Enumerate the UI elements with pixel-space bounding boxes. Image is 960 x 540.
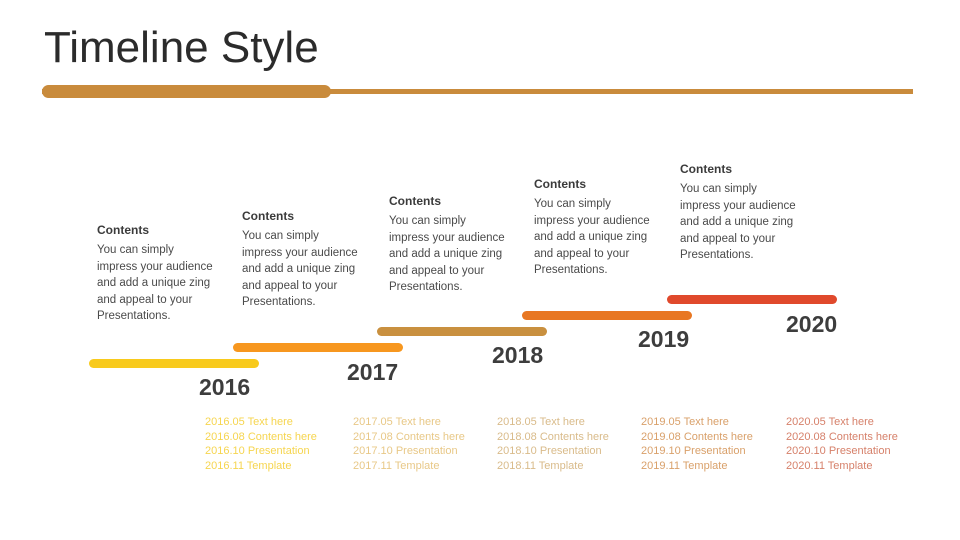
- page-title: Timeline Style: [44, 23, 319, 72]
- detail-line: 2018.11 Template: [497, 459, 584, 472]
- contents-block-2019: Contents You can simply impress your aud…: [534, 176, 652, 279]
- contents-body: You can simply impress your audience and…: [97, 244, 213, 322]
- detail-line: 2017.10 Presentation: [353, 445, 458, 458]
- year-label-2016: 2016: [199, 374, 251, 400]
- contents-body: You can simply impress your audience and…: [680, 183, 796, 261]
- detail-list-2016: 2016.05 Text here 2016.08 Contents here …: [205, 415, 355, 473]
- detail-line: 2020.08 Contents here: [786, 430, 898, 443]
- detail-line: 2018.08 Contents here: [497, 430, 609, 443]
- detail-list-2017: 2017.05 Text here 2017.08 Contents here …: [353, 415, 503, 473]
- detail-line: 2016.05 Text here: [205, 416, 293, 428]
- contents-heading: Contents: [680, 162, 732, 176]
- detail-line: 2019.11 Template: [641, 459, 728, 472]
- year-label-2018: 2018: [492, 342, 544, 368]
- detail-list-2018: 2018.05 Text here 2018.08 Contents here …: [497, 415, 647, 473]
- detail-line: 2020.10 Presentation: [786, 445, 891, 458]
- contents-heading: Contents: [97, 223, 149, 237]
- title-rule-cap: [42, 85, 331, 98]
- detail-line: 2020.05 Text here: [786, 416, 874, 428]
- timeline-bar-2020[interactable]: [667, 295, 837, 304]
- timeline-slide: Timeline Style Contents You can simply i…: [0, 0, 960, 540]
- detail-line: 2019.10 Presentation: [641, 445, 746, 458]
- detail-line: 2016.11 Template: [205, 459, 292, 472]
- contents-heading: Contents: [242, 209, 294, 223]
- timeline-bar-2016[interactable]: [89, 359, 259, 368]
- contents-block-2018: Contents You can simply impress your aud…: [389, 193, 507, 296]
- contents-block-2020: Contents You can simply impress your aud…: [680, 161, 798, 264]
- contents-heading: Contents: [534, 177, 586, 191]
- contents-block-2016: Contents You can simply impress your aud…: [97, 222, 215, 325]
- contents-body: You can simply impress your audience and…: [534, 198, 650, 276]
- detail-line: 2019.05 Text here: [641, 416, 729, 428]
- contents-heading: Contents: [389, 194, 441, 208]
- timeline-bar-2018[interactable]: [377, 327, 547, 336]
- year-label-2020: 2020: [786, 311, 838, 337]
- contents-body: You can simply impress your audience and…: [242, 230, 358, 308]
- detail-list-2020: 2020.05 Text here 2020.08 Contents here …: [786, 415, 936, 473]
- year-label-2019: 2019: [638, 326, 690, 352]
- detail-line: 2019.08 Contents here: [641, 430, 753, 443]
- detail-line: 2018.10 Presentation: [497, 445, 602, 458]
- timeline-bar-2017[interactable]: [233, 343, 403, 352]
- detail-line: 2016.08 Contents here: [205, 430, 317, 443]
- detail-line: 2018.05 Text here: [497, 416, 585, 428]
- detail-list-2019: 2019.05 Text here 2019.08 Contents here …: [641, 415, 791, 473]
- detail-line: 2017.05 Text here: [353, 416, 441, 428]
- detail-line: 2017.08 Contents here: [353, 430, 465, 443]
- detail-line: 2020.11 Template: [786, 459, 873, 472]
- detail-line: 2017.11 Template: [353, 459, 440, 472]
- contents-body: You can simply impress your audience and…: [389, 215, 505, 293]
- detail-line: 2016.10 Presentation: [205, 445, 310, 458]
- timeline-bar-2019[interactable]: [522, 311, 692, 320]
- contents-block-2017: Contents You can simply impress your aud…: [242, 208, 360, 311]
- year-label-2017: 2017: [347, 359, 399, 385]
